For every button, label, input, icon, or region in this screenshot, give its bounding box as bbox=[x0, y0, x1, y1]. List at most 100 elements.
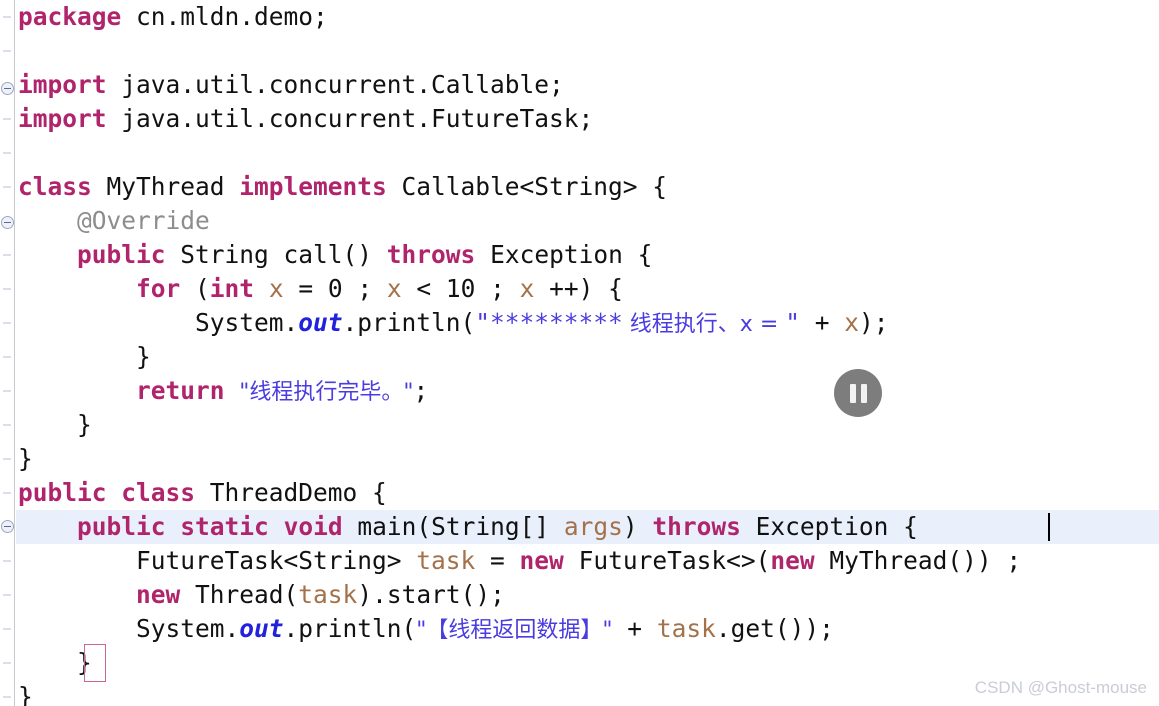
code-token-plain: .println( bbox=[342, 308, 476, 337]
gutter-line-tick bbox=[3, 390, 11, 392]
gutter-line-tick bbox=[3, 16, 11, 18]
code-token-str: "********* bbox=[475, 308, 623, 337]
code-token-plain: java.util.concurrent.FutureTask; bbox=[106, 104, 594, 133]
code-token-kw: new bbox=[519, 546, 564, 575]
code-token-kw: int bbox=[209, 274, 255, 303]
code-line[interactable]: package cn.mldn.demo; bbox=[18, 0, 1159, 34]
code-token-plain: Thread( bbox=[180, 580, 299, 609]
code-token-localvar: x bbox=[519, 274, 535, 303]
code-line[interactable]: return "线程执行完毕。"; bbox=[18, 374, 1159, 408]
code-token-localvar: task bbox=[656, 614, 716, 643]
code-token-plain: ThreadDemo { bbox=[195, 478, 387, 507]
watermark-text: CSDN @Ghost-mouse bbox=[974, 678, 1147, 697]
code-token-kw: void bbox=[283, 512, 343, 541]
gutter-line-tick bbox=[3, 288, 11, 290]
code-token-strcjk: "线程执行完毕。" bbox=[239, 380, 414, 405]
code-token-localvar: task bbox=[416, 546, 476, 575]
code-token-kw: for bbox=[136, 274, 181, 303]
gutter-line-tick bbox=[3, 594, 11, 596]
pause-icon-bar-right bbox=[860, 383, 867, 403]
gutter-line-tick bbox=[3, 662, 11, 664]
fold-marker-imports[interactable] bbox=[1, 82, 14, 95]
code-token-localvar: x bbox=[268, 274, 284, 303]
text-caret bbox=[1048, 513, 1050, 541]
code-token-kw: static bbox=[180, 512, 269, 541]
code-line[interactable]: import java.util.concurrent.Callable; bbox=[18, 68, 1159, 102]
gutter-line-tick bbox=[3, 50, 11, 52]
gutter-line-tick bbox=[3, 118, 11, 120]
code-text-area[interactable]: package cn.mldn.demo; import java.util.c… bbox=[0, 0, 1159, 706]
code-line[interactable]: new Thread(task).start(); bbox=[18, 578, 1159, 612]
code-token-kw: class bbox=[18, 172, 92, 201]
code-line[interactable]: } bbox=[18, 408, 1159, 442]
pause-icon-bar-left bbox=[849, 383, 856, 403]
code-token-plain: FutureTask<>( bbox=[563, 546, 771, 575]
fold-marker-main-method[interactable] bbox=[1, 520, 14, 533]
code-token-kw: return bbox=[136, 376, 225, 405]
code-token-plain: } bbox=[18, 682, 33, 706]
code-line[interactable]: public String call() throws Exception { bbox=[18, 238, 1159, 272]
code-line[interactable]: import java.util.concurrent.FutureTask; bbox=[18, 102, 1159, 136]
code-line[interactable]: FutureTask<String> task = new FutureTask… bbox=[18, 544, 1159, 578]
code-token-plain: ).start(); bbox=[357, 580, 505, 609]
code-token-plain: } bbox=[18, 410, 92, 439]
gutter-line-tick bbox=[3, 696, 11, 698]
code-token-plain: MyThread()) ; bbox=[814, 546, 1022, 575]
code-line[interactable]: @Override bbox=[18, 204, 1159, 238]
code-token-plain: < 10 ; bbox=[401, 274, 520, 303]
code-line[interactable]: public class ThreadDemo { bbox=[18, 476, 1159, 510]
code-token-kw: public bbox=[77, 512, 166, 541]
code-token-kw: throws bbox=[652, 512, 741, 541]
gutter-line-tick bbox=[3, 186, 11, 188]
code-token-plain: Exception { bbox=[740, 512, 918, 541]
code-line[interactable]: } bbox=[18, 340, 1159, 374]
code-token-kw: public bbox=[18, 478, 107, 507]
fold-marker-override-method[interactable] bbox=[1, 216, 14, 229]
code-token-plain: } bbox=[18, 342, 151, 371]
code-token-plain: = 0 ; bbox=[283, 274, 387, 303]
code-line[interactable]: System.out.println("********* 线程执行、x = "… bbox=[18, 306, 1159, 340]
gutter-line-tick bbox=[3, 628, 11, 630]
gutter-line-tick bbox=[3, 560, 11, 562]
code-editor[interactable]: package cn.mldn.demo; import java.util.c… bbox=[0, 0, 1159, 706]
pause-button[interactable] bbox=[834, 369, 882, 417]
code-line[interactable]: System.out.println("【线程返回数据】" + task.get… bbox=[18, 612, 1159, 646]
code-token-plain: Exception { bbox=[475, 240, 653, 269]
code-line[interactable] bbox=[18, 34, 1159, 68]
code-token-kw: new bbox=[770, 546, 815, 575]
code-token-plain: String call() bbox=[165, 240, 387, 269]
code-token-plain: ; bbox=[413, 376, 429, 405]
editor-gutter[interactable] bbox=[0, 0, 15, 706]
code-line[interactable]: public static void main(String[] args) t… bbox=[18, 510, 1159, 544]
code-line[interactable]: for (int x = 0 ; x < 10 ; x ++) { bbox=[18, 272, 1159, 306]
code-token-kw: throws bbox=[386, 240, 476, 269]
code-token-plain: + bbox=[800, 308, 845, 337]
gutter-line-tick bbox=[3, 322, 11, 324]
code-token-plain: + bbox=[612, 614, 657, 643]
code-token-str: " bbox=[785, 308, 801, 337]
gutter-line-tick bbox=[3, 152, 11, 154]
code-token-plain: ++) { bbox=[534, 274, 623, 303]
code-line[interactable] bbox=[18, 136, 1159, 170]
code-token-localvar: x bbox=[386, 274, 402, 303]
gutter-line-tick bbox=[3, 492, 11, 494]
code-token-localvar: x bbox=[844, 308, 860, 337]
code-token-plain: Callable<String> { bbox=[386, 172, 668, 201]
code-token-plain: System. bbox=[18, 614, 240, 643]
code-token-plain: ( bbox=[180, 274, 210, 303]
code-token-kw: import bbox=[18, 70, 107, 99]
code-token-plain: = bbox=[475, 546, 520, 575]
code-line[interactable]: } bbox=[18, 442, 1159, 476]
code-line[interactable]: class MyThread implements Callable<Strin… bbox=[18, 170, 1159, 204]
code-token-statfld: out bbox=[239, 614, 284, 643]
code-line[interactable]: } bbox=[18, 646, 1159, 680]
code-token-kw: class bbox=[121, 478, 196, 507]
